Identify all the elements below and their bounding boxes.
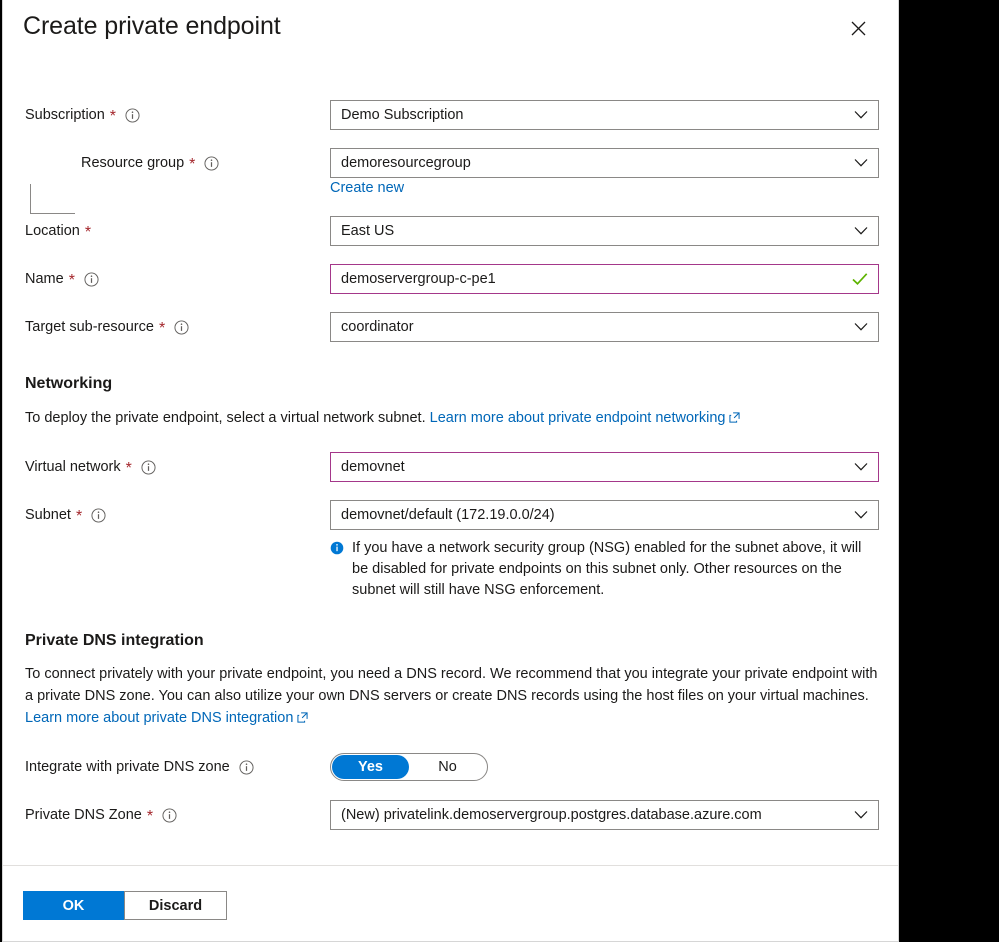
target-sub-resource-label: Target sub-resource * <box>25 312 189 342</box>
name-input[interactable]: demoservergroup-c-pe1 <box>330 264 879 294</box>
chevron-down-icon <box>854 227 868 236</box>
chevron-down-icon <box>854 111 868 120</box>
name-value: demoservergroup-c-pe1 <box>341 271 496 287</box>
nsg-info-text: If you have a network security group (NS… <box>352 538 879 601</box>
close-icon[interactable] <box>844 14 872 42</box>
info-filled-icon <box>330 541 344 601</box>
networking-description: To deploy the private endpoint, select a… <box>25 407 885 429</box>
private-dns-description: To connect privately with your private e… <box>25 663 881 729</box>
ok-button[interactable]: OK <box>23 891 124 920</box>
chevron-down-icon <box>854 323 868 332</box>
info-icon[interactable] <box>162 808 177 823</box>
dialog-body: Subscription * Demo Subscription Resourc… <box>3 66 898 865</box>
virtual-network-value: demovnet <box>341 459 405 475</box>
nsg-info-callout: If you have a network security group (NS… <box>330 538 879 601</box>
location-value: East US <box>341 223 394 239</box>
integrate-dns-toggle[interactable]: Yes No <box>330 753 488 781</box>
virtual-network-label: Virtual network * <box>25 452 156 482</box>
chevron-down-icon <box>854 511 868 520</box>
info-icon[interactable] <box>204 156 219 171</box>
required-marker: * <box>126 461 132 477</box>
target-sub-resource-dropdown[interactable]: coordinator <box>330 312 879 342</box>
resource-group-label: Resource group * <box>81 148 219 178</box>
resource-group-value: demoresourcegroup <box>341 155 471 171</box>
row-virtual-network: Virtual network * demovnet <box>3 452 898 482</box>
private-dns-description-text: To connect privately with your private e… <box>25 666 877 704</box>
row-resource-group: Resource group * demoresourcegroup <box>3 148 898 178</box>
required-marker: * <box>189 157 195 173</box>
external-link-icon <box>297 712 308 723</box>
row-subscription: Subscription * Demo Subscription <box>3 100 898 130</box>
discard-button[interactable]: Discard <box>124 891 227 920</box>
chevron-down-icon <box>854 811 868 820</box>
create-new-resource-group-link[interactable]: Create new <box>330 180 404 196</box>
resource-group-dropdown[interactable]: demoresourcegroup <box>330 148 879 178</box>
location-label: Location * <box>25 216 91 246</box>
dialog-footer: OK Discard <box>3 865 898 941</box>
virtual-network-dropdown[interactable]: demovnet <box>330 452 879 482</box>
toggle-option-no[interactable]: No <box>409 755 486 779</box>
valid-check-icon <box>852 273 868 286</box>
info-icon[interactable] <box>84 272 99 287</box>
location-dropdown[interactable]: East US <box>330 216 879 246</box>
networking-description-text: To deploy the private endpoint, select a… <box>25 410 426 426</box>
resource-group-tree-connector <box>30 184 75 214</box>
subscription-value: Demo Subscription <box>341 107 464 123</box>
row-integrate-dns: Integrate with private DNS zone Yes No <box>3 752 898 782</box>
subscription-label: Subscription * <box>25 100 140 130</box>
external-link-icon <box>729 412 740 423</box>
subnet-value: demovnet/default (172.19.0.0/24) <box>341 507 555 523</box>
required-marker: * <box>159 321 165 337</box>
info-icon[interactable] <box>239 760 254 775</box>
private-dns-heading: Private DNS integration <box>25 632 204 650</box>
row-location: Location * East US <box>3 216 898 246</box>
info-icon[interactable] <box>125 108 140 123</box>
toggle-option-yes[interactable]: Yes <box>332 755 409 779</box>
required-marker: * <box>85 225 91 241</box>
networking-learn-more-link[interactable]: Learn more about private endpoint networ… <box>430 410 726 426</box>
chevron-down-icon <box>854 463 868 472</box>
page-title: Create private endpoint <box>23 12 281 41</box>
create-private-endpoint-dialog: Create private endpoint Subscription * D… <box>2 0 899 942</box>
target-sub-resource-value: coordinator <box>341 319 414 335</box>
row-target-sub-resource: Target sub-resource * coordinator <box>3 312 898 342</box>
subscription-dropdown[interactable]: Demo Subscription <box>330 100 879 130</box>
networking-heading: Networking <box>25 375 112 393</box>
required-marker: * <box>76 509 82 525</box>
info-icon[interactable] <box>174 320 189 335</box>
row-subnet: Subnet * demovnet/default (172.19.0.0/24… <box>3 500 898 530</box>
dialog-header: Create private endpoint <box>3 0 898 66</box>
info-icon[interactable] <box>91 508 106 523</box>
chevron-down-icon <box>854 159 868 168</box>
name-label: Name * <box>25 264 99 294</box>
private-dns-zone-dropdown[interactable]: (New) privatelink.demoservergroup.postgr… <box>330 800 879 830</box>
required-marker: * <box>69 273 75 289</box>
private-dns-zone-value: (New) privatelink.demoservergroup.postgr… <box>341 807 762 823</box>
subnet-dropdown[interactable]: demovnet/default (172.19.0.0/24) <box>330 500 879 530</box>
required-marker: * <box>110 109 116 125</box>
integrate-dns-label: Integrate with private DNS zone <box>25 752 254 782</box>
private-dns-zone-label: Private DNS Zone * <box>25 800 177 830</box>
required-marker: * <box>147 809 153 825</box>
row-private-dns-zone: Private DNS Zone * (New) privatelink.dem… <box>3 800 898 830</box>
info-icon[interactable] <box>141 460 156 475</box>
row-name: Name * demoservergroup-c-pe1 <box>3 264 898 294</box>
private-dns-learn-more-link[interactable]: Learn more about private DNS integration <box>25 710 293 726</box>
subnet-label: Subnet * <box>25 500 106 530</box>
